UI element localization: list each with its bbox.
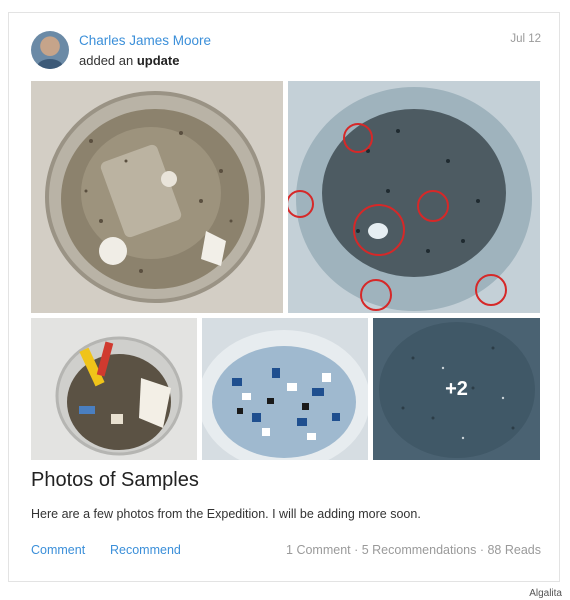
author-name[interactable]: Charles James Moore <box>79 33 211 48</box>
action-prefix: added an <box>79 53 134 68</box>
post-date: Jul 12 <box>510 33 541 45</box>
image-credit: Algalita <box>529 588 562 599</box>
action-emphasis: update <box>136 53 180 68</box>
more-photos-count[interactable]: +2 <box>373 318 540 460</box>
photo-beaker-debris[interactable] <box>31 81 283 313</box>
post-title: Photos of Samples <box>31 469 199 491</box>
post-footer: Comment Recommend 1 Comment · 5 Recommen… <box>31 543 541 561</box>
post-card: Charles James Moore added an update Jul … <box>8 12 560 582</box>
recommend-link[interactable]: Recommend <box>110 543 181 557</box>
photo-microplastics[interactable] <box>202 318 368 460</box>
photo-beaker-plastics[interactable] <box>31 318 197 460</box>
photo-more-overlay[interactable]: +2 <box>373 318 540 460</box>
post-header: Charles James Moore added an update Jul … <box>31 31 541 71</box>
photo-annotated-sample[interactable] <box>288 81 540 313</box>
avatar[interactable] <box>31 31 69 69</box>
comment-link[interactable]: Comment <box>31 543 85 557</box>
post-body: Here are a few photos from the Expeditio… <box>31 507 421 521</box>
post-action-text: added an update <box>79 53 179 68</box>
post-stats[interactable]: 1 Comment · 5 Recommendations · 88 Reads <box>286 543 541 557</box>
